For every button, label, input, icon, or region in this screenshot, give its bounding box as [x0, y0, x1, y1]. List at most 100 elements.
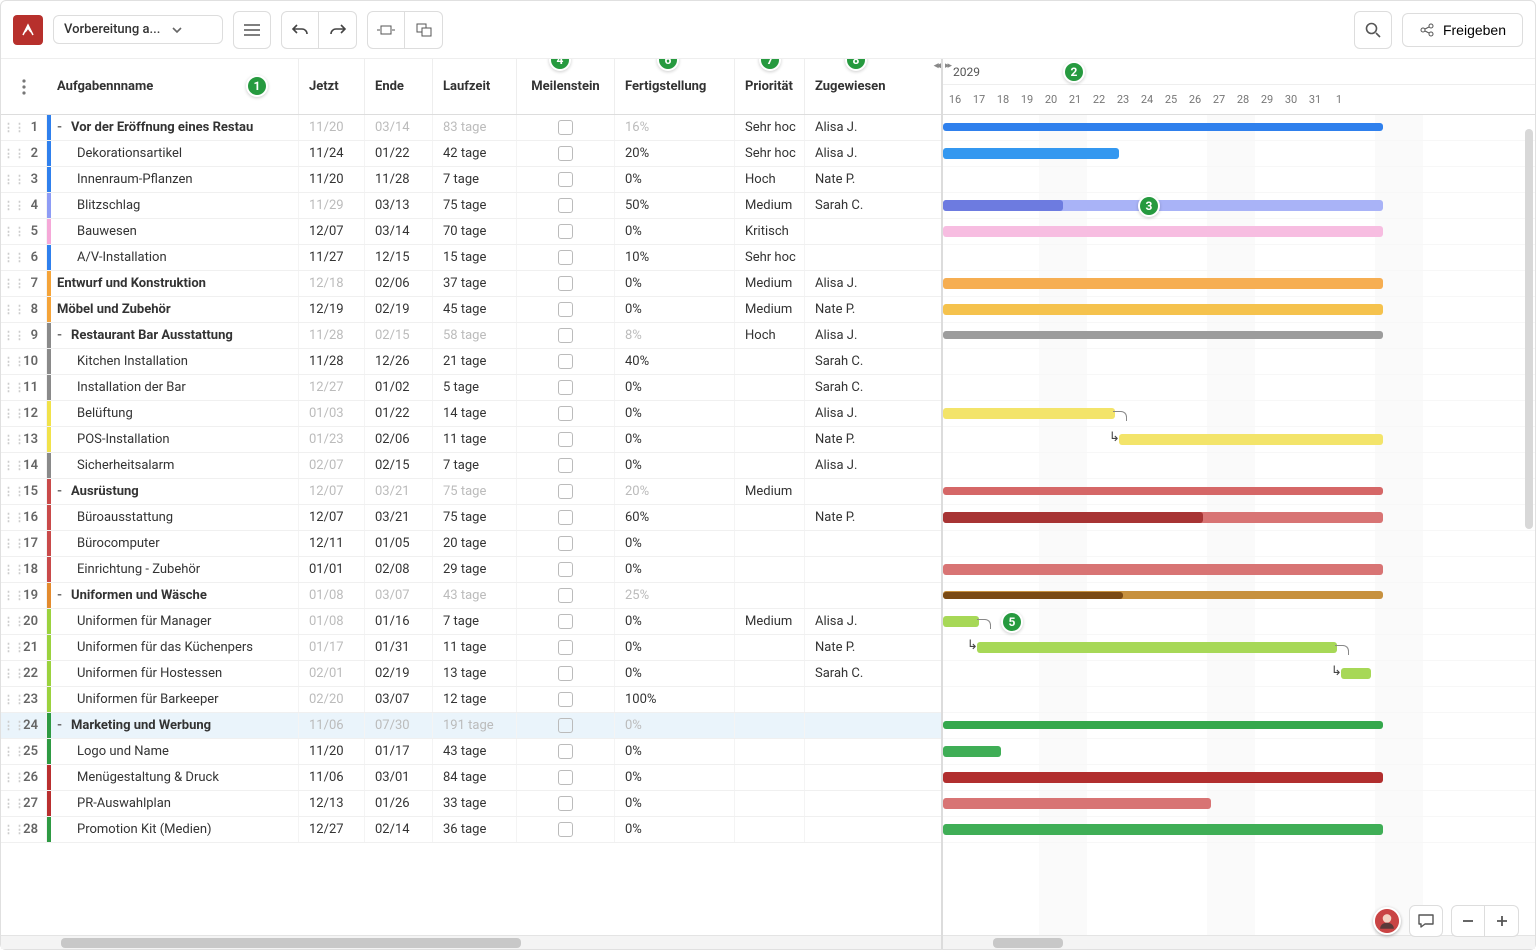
gantt-bar[interactable] [943, 746, 1001, 757]
gantt-bar[interactable] [1119, 434, 1383, 445]
milestone-checkbox[interactable] [558, 770, 573, 785]
cell-laufzeit[interactable]: 20 tage [433, 531, 517, 556]
cell-zugewiesen[interactable] [805, 479, 909, 504]
cell-jetzt[interactable]: 11/20 [299, 115, 365, 140]
table-row[interactable]: ⋮⋮21Uniformen für das Küchenpers01/1701/… [1, 635, 941, 661]
gantt-row[interactable] [943, 505, 1535, 531]
cell-zugewiesen[interactable]: Alisa J. [805, 271, 909, 296]
milestone-checkbox[interactable] [558, 510, 573, 525]
table-row[interactable]: ⋮⋮12Belüftung01/0301/2214 tage0%Alisa J. [1, 401, 941, 427]
drag-grip-icon[interactable]: ⋮⋮ [3, 121, 25, 134]
drag-grip-icon[interactable]: ⋮⋮ [3, 459, 25, 472]
gantt-bar[interactable] [943, 226, 1383, 237]
task-name[interactable]: -Marketing und Werbung [51, 713, 299, 738]
cell-fertig[interactable]: 0% [615, 219, 735, 244]
cell-zugewiesen[interactable] [805, 557, 909, 582]
drag-grip-icon[interactable]: ⋮⋮ [3, 823, 25, 836]
expand-toggle[interactable]: - [57, 718, 67, 733]
cell-jetzt[interactable]: 11/20 [299, 167, 365, 192]
cell-zugewiesen[interactable] [805, 765, 909, 790]
gantt-row[interactable] [943, 557, 1535, 583]
cell-zugewiesen[interactable]: Alisa J. [805, 141, 909, 166]
drag-grip-icon[interactable]: ⋮⋮ [3, 719, 25, 732]
cell-prio[interactable]: Hoch [735, 323, 805, 348]
table-row[interactable]: ⋮⋮27PR-Auswahlplan12/1301/2633 tage0% [1, 791, 941, 817]
share-button[interactable]: Freigeben [1402, 13, 1523, 47]
cell-prio[interactable] [735, 401, 805, 426]
milestone-checkbox[interactable] [558, 146, 573, 161]
table-row[interactable]: ⋮⋮11Installation der Bar12/2701/025 tage… [1, 375, 941, 401]
col-header-fertig[interactable]: Fertigstellung 6 [615, 59, 735, 114]
cell-laufzeit[interactable]: 7 tage [433, 167, 517, 192]
task-name[interactable]: -Restaurant Bar Ausstattung [51, 323, 299, 348]
cell-prio[interactable] [735, 453, 805, 478]
cell-zugewiesen[interactable]: Sarah C. [805, 661, 909, 686]
cell-jetzt[interactable]: 01/01 [299, 557, 365, 582]
drag-grip-icon[interactable]: ⋮⋮ [3, 693, 25, 706]
task-name[interactable]: -Uniformen und Wäsche [51, 583, 299, 608]
cell-ende[interactable]: 01/22 [365, 141, 433, 166]
col-header-ende[interactable]: Ende [365, 59, 433, 114]
gantt-row[interactable] [943, 219, 1535, 245]
collapse-grid-handle[interactable]: ◂◂ [934, 61, 939, 71]
cell-ende[interactable]: 01/31 [365, 635, 433, 660]
comments-button[interactable] [1409, 905, 1443, 937]
table-row[interactable]: ⋮⋮8Möbel und Zubehör12/1902/1945 tage0%M… [1, 297, 941, 323]
gantt-bar[interactable] [943, 408, 1115, 419]
table-row[interactable]: ⋮⋮3Innenraum-Pflanzen11/2011/287 tage0%H… [1, 167, 941, 193]
drag-grip-icon[interactable]: ⋮⋮ [3, 797, 25, 810]
cell-zugewiesen[interactable] [805, 583, 909, 608]
cell-fertig[interactable]: 20% [615, 141, 735, 166]
cell-prio[interactable] [735, 817, 805, 842]
cell-laufzeit[interactable]: 191 tage [433, 713, 517, 738]
milestone-checkbox[interactable] [558, 562, 573, 577]
cell-laufzeit[interactable]: 33 tage [433, 791, 517, 816]
gantt-bar[interactable] [943, 123, 1383, 131]
table-row[interactable]: ⋮⋮1-Vor der Eröffnung eines Restau11/200… [1, 115, 941, 141]
cell-jetzt[interactable]: 12/27 [299, 817, 365, 842]
table-row[interactable]: ⋮⋮4Blitzschlag11/2903/1375 tage50%Medium… [1, 193, 941, 219]
cell-ende[interactable]: 03/14 [365, 115, 433, 140]
cell-ende[interactable]: 02/06 [365, 271, 433, 296]
cell-jetzt[interactable]: 12/19 [299, 297, 365, 322]
cell-laufzeit[interactable]: 5 tage [433, 375, 517, 400]
cell-laufzeit[interactable]: 75 tage [433, 479, 517, 504]
cell-ende[interactable]: 03/13 [365, 193, 433, 218]
gantt-bar[interactable] [943, 616, 979, 627]
cell-laufzeit[interactable]: 43 tage [433, 739, 517, 764]
gantt-bar[interactable] [943, 721, 1383, 729]
table-row[interactable]: ⋮⋮9-Restaurant Bar Ausstattung11/2802/15… [1, 323, 941, 349]
cell-jetzt[interactable]: 02/20 [299, 687, 365, 712]
cell-prio[interactable]: Medium [735, 479, 805, 504]
grid-hscroll[interactable] [1, 935, 941, 949]
cell-zugewiesen[interactable]: Nate P. [805, 427, 909, 452]
gantt-row[interactable] [943, 453, 1535, 479]
drag-grip-icon[interactable]: ⋮⋮ [3, 667, 25, 680]
task-name[interactable]: Entwurf und Konstruktion [51, 271, 299, 296]
cell-laufzeit[interactable]: 11 tage [433, 427, 517, 452]
drag-grip-icon[interactable]: ⋮⋮ [3, 303, 25, 316]
gantt-bar[interactable] [943, 487, 1383, 495]
gantt-row[interactable] [943, 817, 1535, 843]
cell-fertig[interactable]: 25% [615, 583, 735, 608]
cell-jetzt[interactable]: 11/06 [299, 713, 365, 738]
drag-grip-icon[interactable]: ⋮⋮ [3, 511, 25, 524]
gantt-row[interactable] [943, 167, 1535, 193]
cell-ende[interactable]: 01/26 [365, 791, 433, 816]
gantt-row[interactable] [943, 141, 1535, 167]
cell-fertig[interactable]: 0% [615, 557, 735, 582]
cell-prio[interactable]: Kritisch [735, 219, 805, 244]
cell-jetzt[interactable]: 12/11 [299, 531, 365, 556]
task-name[interactable]: Sicherheitsalarm [51, 453, 299, 478]
milestone-checkbox[interactable] [558, 692, 573, 707]
milestone-checkbox[interactable] [558, 302, 573, 317]
cell-laufzeit[interactable]: 75 tage [433, 193, 517, 218]
col-header-meilenstein[interactable]: Meilenstein 4 [517, 59, 615, 114]
drag-grip-icon[interactable]: ⋮⋮ [3, 407, 25, 420]
search-button[interactable] [1354, 11, 1392, 49]
drag-grip-icon[interactable]: ⋮⋮ [3, 615, 25, 628]
cell-prio[interactable] [735, 505, 805, 530]
task-name[interactable]: Einrichtung - Zubehör [51, 557, 299, 582]
cell-ende[interactable]: 01/17 [365, 739, 433, 764]
gantt-row[interactable] [943, 349, 1535, 375]
